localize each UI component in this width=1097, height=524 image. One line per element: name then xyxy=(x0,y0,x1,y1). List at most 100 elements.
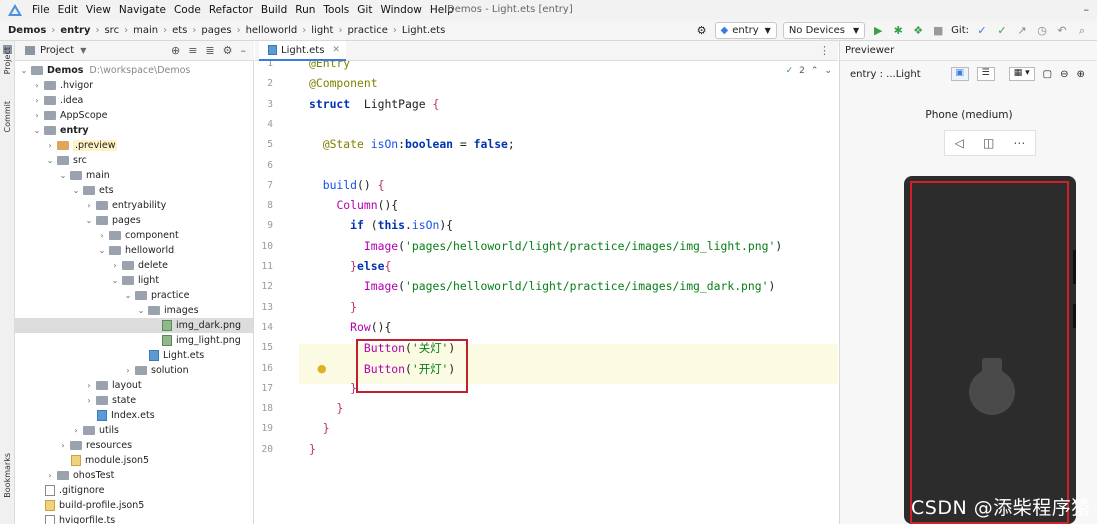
tree-item[interactable]: ⌄ entry xyxy=(15,123,253,138)
tree-item[interactable]: img_dark.png xyxy=(15,318,253,333)
module-select[interactable]: ◆ entry ▼ xyxy=(714,22,777,39)
chevron-right-icon[interactable]: › xyxy=(32,96,42,105)
menu-item-tools[interactable]: Tools xyxy=(323,4,349,16)
chevron-right-icon[interactable]: › xyxy=(32,81,42,90)
tree-item[interactable]: › delete xyxy=(15,258,253,273)
breadcrumb-item[interactable]: main xyxy=(133,25,158,36)
menu-item-window[interactable]: Window xyxy=(380,4,421,16)
menu-item-navigate[interactable]: Navigate xyxy=(119,4,166,16)
commit-tool-label[interactable]: Commit xyxy=(3,101,12,132)
more-options-icon[interactable]: ⋮ xyxy=(819,44,830,57)
debug-icon[interactable]: ✱ xyxy=(891,24,905,38)
layers-icon[interactable]: ☰ xyxy=(976,67,995,81)
chevron-down-icon[interactable]: ⌄ xyxy=(97,246,107,255)
code-editor[interactable]: 1 2 3 4 5 6 7 8 9 10 11 12 13 14 15 16 17 18 19 20 @Entry @C… xyxy=(255,61,838,524)
menu-item-git[interactable]: Git xyxy=(357,4,372,16)
chevron-down-icon[interactable]: ⌄ xyxy=(136,306,146,315)
chevron-down-icon[interactable]: ⌄ xyxy=(71,186,81,195)
chevron-right-icon[interactable]: › xyxy=(32,111,42,120)
chevron-down-icon[interactable]: ⌄ xyxy=(824,66,832,76)
chevron-right-icon[interactable]: › xyxy=(45,471,55,480)
grid-view-icon[interactable]: ▦ ▾ xyxy=(1008,67,1035,81)
tree-item[interactable]: img_light.png xyxy=(15,333,253,348)
stop-icon[interactable]: ■ xyxy=(931,24,945,38)
chevron-right-icon[interactable]: › xyxy=(84,201,94,210)
tree-item[interactable]: › AppScope xyxy=(15,108,253,123)
chevron-down-icon[interactable]: ⌄ xyxy=(58,171,68,180)
bookmarks-tool-label[interactable]: Bookmarks xyxy=(3,453,12,498)
locate-icon[interactable]: ⊕ xyxy=(171,44,180,57)
tree-item[interactable]: ⌄ light xyxy=(15,273,253,288)
tree-item[interactable]: › ohosTest xyxy=(15,468,253,483)
expand-all-icon[interactable]: ≡ xyxy=(188,44,197,57)
breadcrumb-item[interactable]: light xyxy=(311,25,333,36)
chevron-right-icon[interactable]: › xyxy=(84,396,94,405)
tree-item[interactable]: Light.ets xyxy=(15,348,253,363)
close-icon[interactable]: ✕ xyxy=(332,45,340,55)
tree-item[interactable]: hvigorfile.ts xyxy=(15,513,253,524)
tree-item[interactable]: › entryability xyxy=(15,198,253,213)
menu-item-build[interactable]: Build xyxy=(261,4,287,16)
chevron-right-icon[interactable]: › xyxy=(123,366,133,375)
chevron-down-icon[interactable]: ▼ xyxy=(80,46,86,55)
hide-panel-icon[interactable]: – xyxy=(241,44,247,57)
tree-item[interactable]: › resources xyxy=(15,438,253,453)
chevron-right-icon[interactable]: › xyxy=(71,426,81,435)
run-icon[interactable]: ▶ xyxy=(871,24,885,38)
tree-item[interactable]: › solution xyxy=(15,363,253,378)
tree-item[interactable]: module.json5 xyxy=(15,453,253,468)
chevron-down-icon[interactable]: ⌄ xyxy=(123,291,133,300)
settings-gear-icon[interactable]: ⚙ xyxy=(695,24,709,38)
breadcrumb-item[interactable]: helloworld xyxy=(246,25,298,36)
tree-item[interactable]: › state xyxy=(15,393,253,408)
tree-item[interactable]: .gitignore xyxy=(15,483,253,498)
breadcrumb-item[interactable]: pages xyxy=(201,25,231,36)
menu-item-edit[interactable]: Edit xyxy=(58,4,78,16)
zoom-in-icon[interactable]: ⊕ xyxy=(1077,69,1085,80)
device-select[interactable]: No Devices ▼ xyxy=(782,22,866,39)
back-triangle-icon[interactable]: ◁ xyxy=(955,136,964,150)
git-commit-icon[interactable]: ✓ xyxy=(995,24,1009,38)
options-gear-icon[interactable]: ⚙ xyxy=(223,44,233,57)
git-push-icon[interactable]: ↗ xyxy=(1015,24,1029,38)
tree-item[interactable]: ⌄ pages xyxy=(15,213,253,228)
collapse-all-icon[interactable]: ≣ xyxy=(205,44,214,57)
chevron-right-icon[interactable]: › xyxy=(45,141,55,150)
zoom-out-icon[interactable]: ⊖ xyxy=(1060,69,1068,80)
menu-item-file[interactable]: File xyxy=(32,4,50,16)
breadcrumb-item[interactable]: ets xyxy=(172,25,187,36)
tree-item[interactable]: ⌄ main xyxy=(15,168,253,183)
project-tool-label[interactable]: Project xyxy=(3,47,12,74)
menu-item-view[interactable]: View xyxy=(86,4,111,16)
rollback-icon[interactable]: ↶ xyxy=(1055,24,1069,38)
breadcrumb-item[interactable]: Demos xyxy=(8,25,46,36)
tree-item[interactable]: › component xyxy=(15,228,253,243)
fit-screen-icon[interactable]: ▢ xyxy=(1043,69,1052,80)
chevron-down-icon[interactable]: ⌄ xyxy=(19,66,29,75)
breadcrumb-item[interactable]: practice xyxy=(347,25,387,36)
tree-item[interactable]: › .idea xyxy=(15,93,253,108)
tree-item[interactable]: ⌄ Demos D:\workspace\Demos xyxy=(15,63,253,78)
menu-item-code[interactable]: Code xyxy=(174,4,201,16)
project-panel-title[interactable]: Project xyxy=(40,45,74,56)
chevron-right-icon[interactable]: › xyxy=(84,381,94,390)
rotate-icon[interactable]: ◫ xyxy=(983,136,994,150)
search-everywhere-icon[interactable]: ⌕ xyxy=(1075,24,1089,38)
tree-item[interactable]: Index.ets xyxy=(15,408,253,423)
tree-item[interactable]: ⌄ ets xyxy=(15,183,253,198)
tree-item[interactable]: ⌄ practice xyxy=(15,288,253,303)
chevron-right-icon[interactable]: › xyxy=(58,441,68,450)
tab-light-ets[interactable]: Light.ets ✕ xyxy=(259,41,346,61)
tree-item[interactable]: ⌄ helloworld xyxy=(15,243,253,258)
inspector-toggle-icon[interactable]: ▣ xyxy=(950,67,969,81)
minimize-icon[interactable]: – xyxy=(1084,3,1090,16)
breadcrumb-item[interactable]: Light.ets xyxy=(402,25,445,36)
tree-item[interactable]: › .preview xyxy=(15,138,253,153)
chevron-up-icon[interactable]: ⌃ xyxy=(811,66,819,76)
git-update-icon[interactable]: ✓ xyxy=(975,24,989,38)
history-icon[interactable]: ◷ xyxy=(1035,24,1049,38)
more-icon[interactable]: ⋯ xyxy=(1013,136,1025,150)
chevron-right-icon[interactable]: › xyxy=(97,231,107,240)
tree-item[interactable]: › .hvigor xyxy=(15,78,253,93)
tree-item[interactable]: › layout xyxy=(15,378,253,393)
